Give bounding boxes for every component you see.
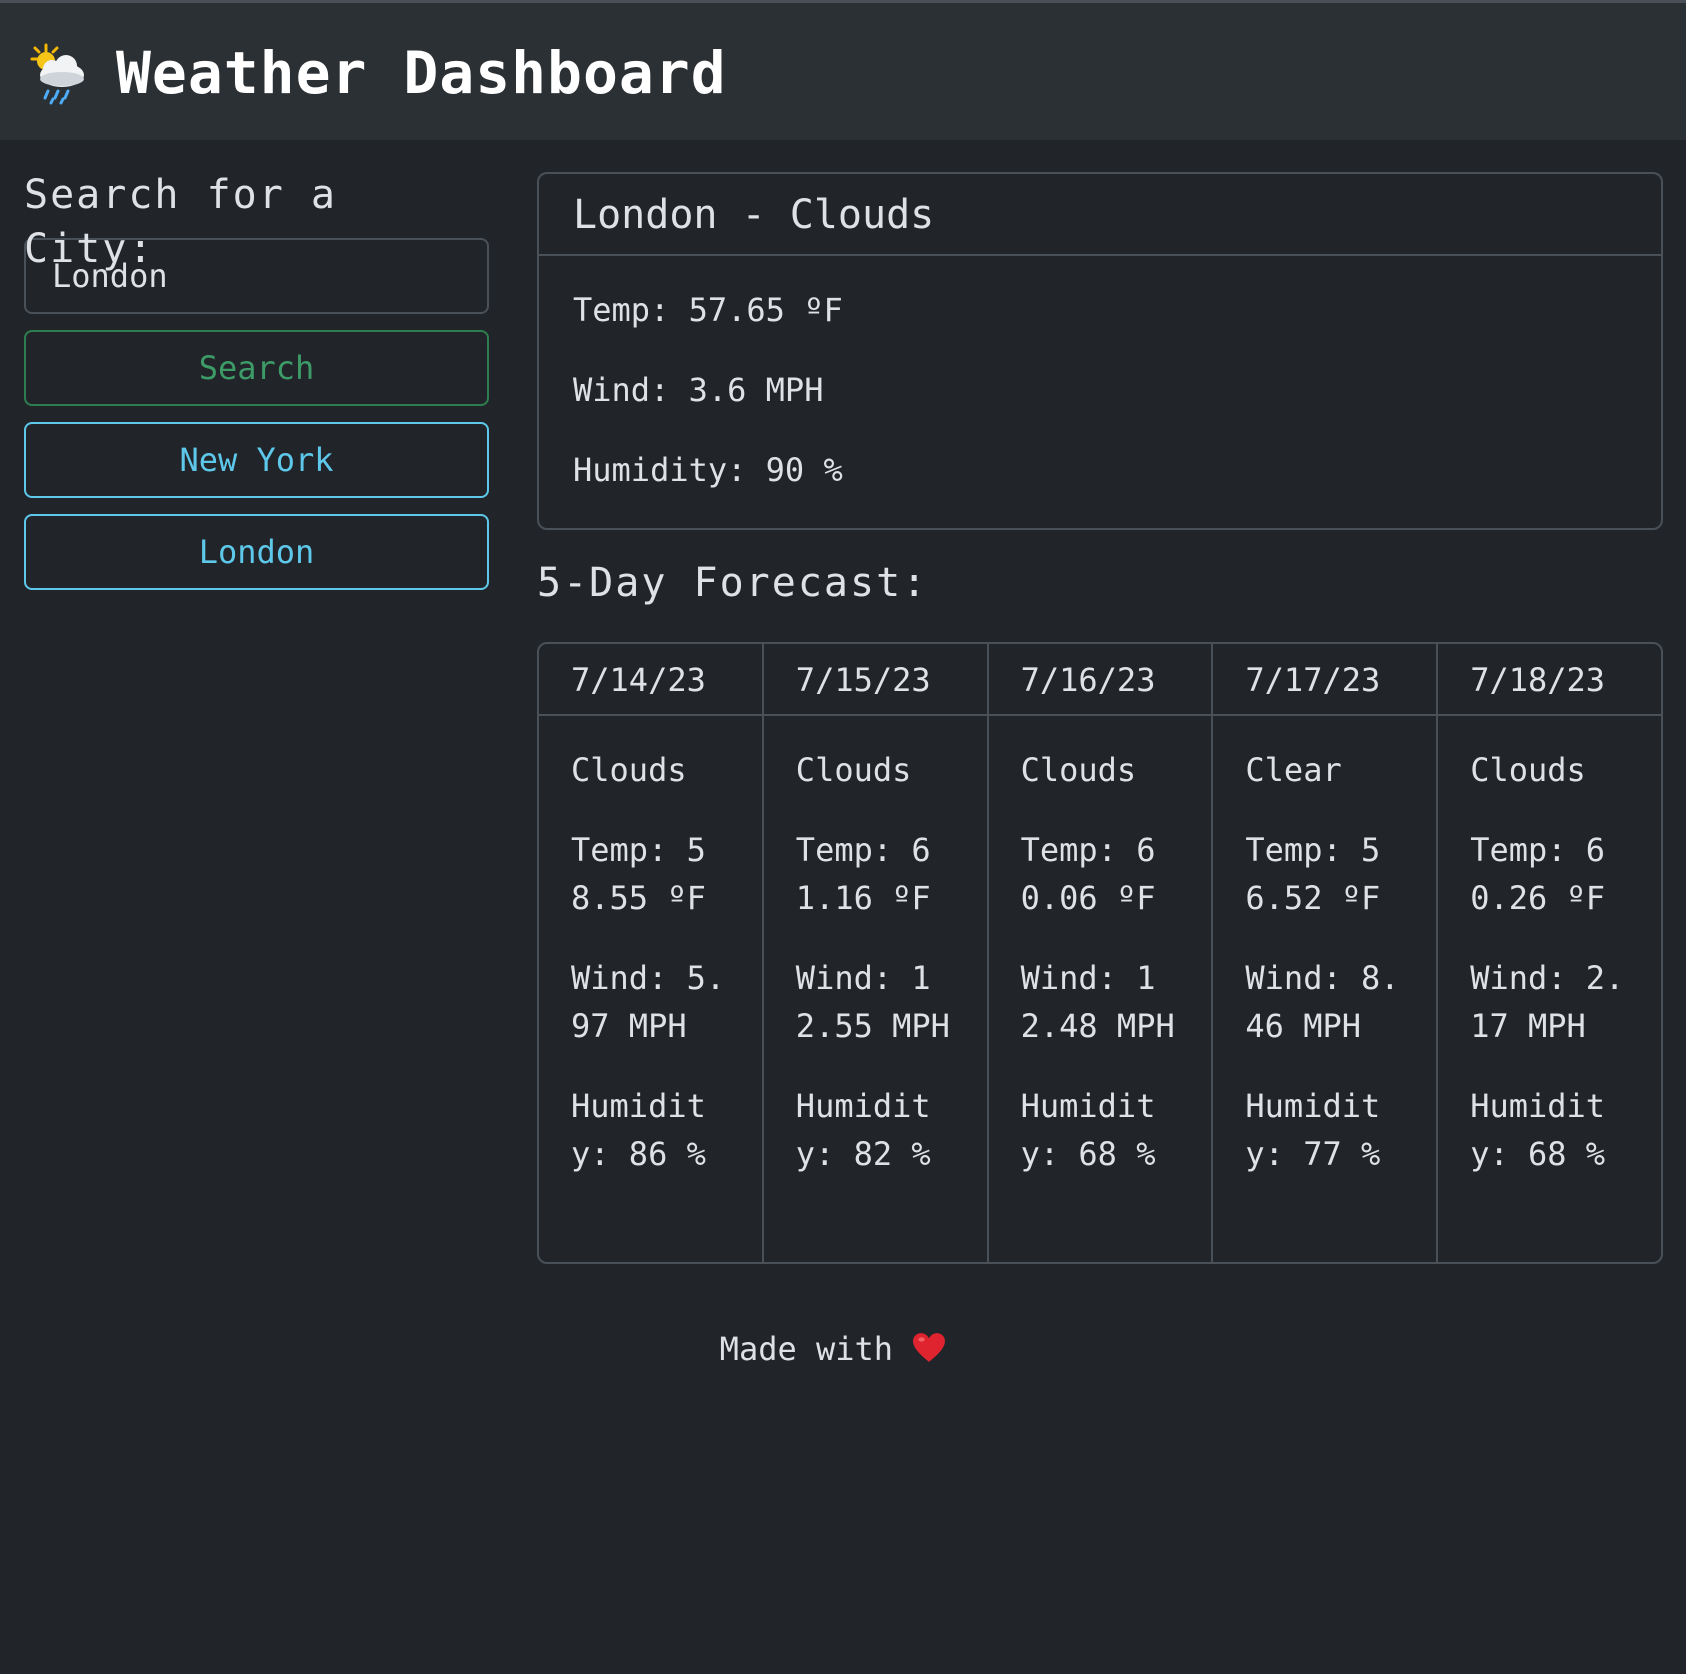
forecast-heading: 5-Day Forecast: bbox=[537, 560, 929, 606]
top-bar: Weather Dashboard bbox=[0, 0, 1686, 140]
forecast-body: Clouds Temp: 58.55 ºF Wind: 5.97 MPH Hum… bbox=[539, 716, 762, 1178]
forecast-wind: Wind: 5.97 MPH bbox=[571, 959, 726, 1045]
forecast-wind: Wind: 12.55 MPH bbox=[795, 959, 950, 1045]
current-weather-body: Temp: 57.65 ºF Wind: 3.6 MPH Humidity: 9… bbox=[539, 256, 1661, 530]
current-weather-card: London - Clouds Temp: 57.65 ºF Wind: 3.6… bbox=[537, 172, 1663, 530]
forecast-day-card: 7/18/23 Clouds Temp: 60.26 ºF Wind: 2.17… bbox=[1438, 644, 1661, 1262]
forecast-condition: Clouds bbox=[571, 751, 687, 789]
forecast-temp: Temp: 58.55 ºF bbox=[571, 831, 706, 917]
forecast-condition: Clear bbox=[1245, 751, 1342, 789]
history-button-new-york[interactable]: New York bbox=[24, 422, 489, 498]
sun-behind-rain-cloud-icon bbox=[30, 43, 84, 105]
footer: Made with bbox=[537, 1330, 1129, 1368]
search-button[interactable]: Search bbox=[24, 330, 489, 406]
forecast-date: 7/17/23 bbox=[1213, 644, 1437, 716]
search-heading: Search for a City: bbox=[24, 172, 337, 272]
forecast-temp: Temp: 61.16 ºF bbox=[795, 831, 931, 917]
forecast-date: 7/16/23 bbox=[988, 644, 1212, 716]
forecast-date: 7/15/23 bbox=[763, 644, 987, 716]
forecast-condition: Clouds bbox=[1470, 751, 1586, 789]
forecast-temp: Temp: 56.52 ºF bbox=[1245, 831, 1381, 917]
history-button-london[interactable]: London bbox=[24, 514, 489, 590]
forecast-condition: Clouds bbox=[1020, 751, 1137, 789]
forecast-date: 7/14/23 bbox=[539, 644, 762, 716]
current-temp: Temp: 57.65 ºF bbox=[573, 291, 843, 329]
forecast-day-card: 7/15/23 Clouds Temp: 61.16 ºF Wind: 12.5… bbox=[763, 644, 989, 1262]
forecast-temp: Temp: 60.06 ºF bbox=[1020, 831, 1156, 917]
forecast-day-card: 7/16/23 Clouds Temp: 60.06 ºF Wind: 12.4… bbox=[988, 644, 1214, 1262]
current-humidity: Humidity: 90 % bbox=[573, 451, 843, 489]
footer-text: Made with bbox=[719, 1330, 894, 1368]
forecast-temp: Temp: 60.26 ºF bbox=[1470, 831, 1606, 917]
search-sidebar: Search for a City: Search New York Londo… bbox=[24, 168, 489, 606]
forecast-humidity: Humidity: 68 % bbox=[1470, 1087, 1606, 1173]
forecast-humidity: Humidity: 82 % bbox=[795, 1087, 931, 1173]
forecast-condition: Clouds bbox=[795, 751, 912, 789]
forecast-date: 7/18/23 bbox=[1438, 644, 1661, 716]
forecast-humidity: Humidity: 68 % bbox=[1020, 1087, 1156, 1173]
forecast-wind: Wind: 8.46 MPH bbox=[1245, 959, 1400, 1045]
current-wind: Wind: 3.6 MPH bbox=[573, 371, 824, 409]
forecast-body: Clouds Temp: 61.16 ºF Wind: 12.55 MPH Hu… bbox=[764, 716, 987, 1178]
forecast-body: Clear Temp: 56.52 ºF Wind: 8.46 MPH Humi… bbox=[1213, 716, 1436, 1178]
forecast-day-card: 7/17/23 Clear Temp: 56.52 ºF Wind: 8.46 … bbox=[1213, 644, 1439, 1262]
forecast-grid: 7/14/23 Clouds Temp: 58.55 ºF Wind: 5.97… bbox=[537, 642, 1663, 1264]
forecast-body: Clouds Temp: 60.26 ºF Wind: 2.17 MPH Hum… bbox=[1438, 716, 1661, 1178]
forecast-body: Clouds Temp: 60.06 ºF Wind: 12.48 MPH Hu… bbox=[989, 716, 1212, 1178]
forecast-humidity: Humidity: 77 % bbox=[1245, 1087, 1381, 1173]
forecast-humidity: Humidity: 86 % bbox=[571, 1087, 706, 1173]
heart-icon bbox=[913, 1333, 946, 1362]
forecast-day-card: 7/14/23 Clouds Temp: 58.55 ºF Wind: 5.97… bbox=[539, 644, 764, 1262]
forecast-wind: Wind: 2.17 MPH bbox=[1470, 959, 1625, 1045]
current-weather-title: London - Clouds bbox=[539, 174, 1661, 256]
forecast-wind: Wind: 12.48 MPH bbox=[1020, 959, 1175, 1045]
app-title: Weather Dashboard bbox=[116, 39, 727, 107]
